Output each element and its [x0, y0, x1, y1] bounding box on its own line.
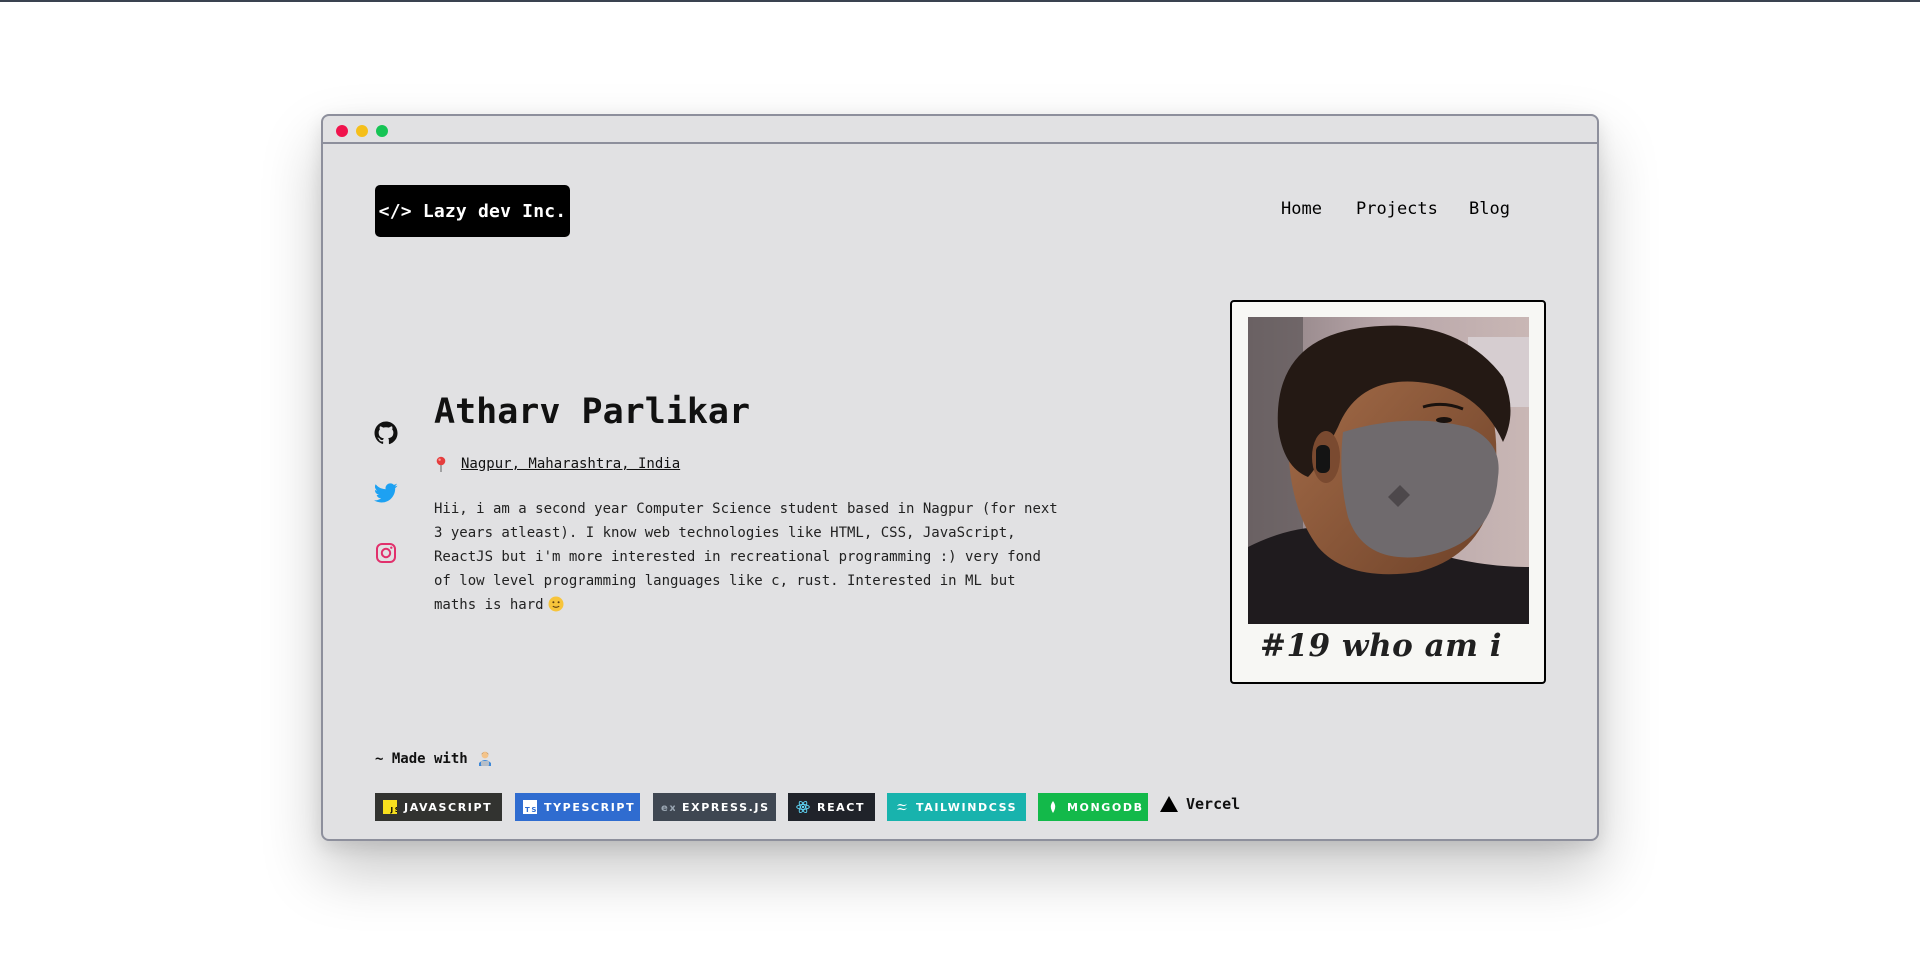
location-link[interactable]: Nagpur, Maharashtra, India — [461, 456, 680, 472]
svg-text:TS: TS — [525, 806, 537, 814]
expressjs-badge: ex EXPRESS.JS — [653, 793, 776, 821]
made-with-label: ~ Made with — [375, 750, 494, 768]
pin-icon — [436, 456, 446, 472]
badge-label: EXPRESS.JS — [682, 800, 770, 814]
profile-bio: Hii, i am a second year Computer Science… — [434, 497, 1064, 617]
window-titlebar — [323, 116, 1597, 144]
express-icon: ex — [661, 803, 675, 814]
nav-projects-link[interactable]: Projects — [1356, 199, 1438, 219]
javascript-badge: JS JAVASCRIPT — [375, 793, 502, 821]
typescript-badge: TS TYPESCRIPT — [515, 793, 640, 821]
profile-photo — [1248, 317, 1529, 624]
badge-label: JAVASCRIPT — [404, 800, 493, 814]
nav-blog-link[interactable]: Blog — [1469, 199, 1510, 219]
badge-label: REACT — [817, 800, 866, 814]
svg-text:ex: ex — [661, 803, 675, 814]
vercel-triangle-icon — [1160, 796, 1178, 812]
vercel-label: Vercel — [1186, 795, 1241, 813]
instagram-icon[interactable] — [374, 541, 398, 565]
close-window-button[interactable] — [336, 125, 348, 137]
maximize-window-button[interactable] — [376, 125, 388, 137]
react-badge: REACT — [788, 793, 875, 821]
javascript-icon: JS — [383, 800, 397, 814]
typescript-icon: TS — [523, 800, 537, 814]
badge-label: TAILWINDCSS — [916, 800, 1018, 814]
profile-name: Atharv Parlikar — [434, 392, 751, 432]
badge-label: TYPESCRIPT — [544, 800, 636, 814]
made-with-text: ~ Made with — [375, 751, 468, 767]
vercel-badge: Vercel — [1160, 795, 1240, 813]
slightly-smiling-face-icon — [548, 596, 564, 612]
badge-label: MONGODB — [1067, 800, 1144, 814]
site-logo[interactable]: </> Lazy dev Inc. — [375, 185, 570, 237]
mongodb-badge: MONGODB — [1038, 793, 1148, 821]
browser-window: </> Lazy dev Inc. Home Projects Blog Ath… — [321, 114, 1599, 841]
svg-text:JS: JS — [390, 806, 398, 814]
profile-polaroid: #19 who am i — [1230, 300, 1546, 684]
tailwind-icon — [897, 804, 907, 811]
mongodb-leaf-icon — [1050, 801, 1056, 813]
profile-location: Nagpur, Maharashtra, India — [434, 456, 680, 472]
tailwindcss-badge: TAILWINDCSS — [887, 793, 1026, 821]
minimize-window-button[interactable] — [356, 125, 368, 137]
github-icon[interactable] — [374, 421, 398, 445]
twitter-icon[interactable] — [374, 481, 398, 505]
react-icon — [796, 800, 810, 814]
technologist-icon — [478, 751, 491, 766]
page-top-border — [0, 0, 1920, 2]
nav-home-link[interactable]: Home — [1281, 199, 1322, 219]
bio-text: Hii, i am a second year Computer Science… — [434, 501, 1058, 613]
photo-caption: #19 who am i — [1260, 628, 1503, 664]
